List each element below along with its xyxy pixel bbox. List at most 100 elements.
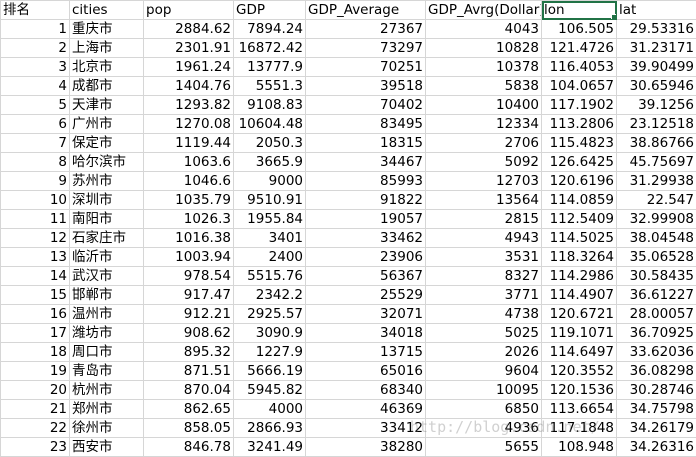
table-cell[interactable]: 27367 (306, 20, 426, 39)
table-cell[interactable]: 114.2986 (542, 267, 617, 286)
table-cell[interactable]: 871.51 (144, 362, 234, 381)
table-cell[interactable]: 25529 (306, 286, 426, 305)
table-cell[interactable]: 108.948 (542, 438, 617, 457)
table-cell[interactable]: 38.04548 (617, 229, 696, 248)
table-cell[interactable]: 33.62036 (617, 343, 696, 362)
table-cell[interactable]: 19 (1, 362, 70, 381)
table-cell[interactable]: 2866.93 (234, 419, 306, 438)
table-cell[interactable]: 1 (1, 20, 70, 39)
table-cell[interactable]: 2050.3 (234, 134, 306, 153)
table-cell[interactable]: 4043 (426, 20, 542, 39)
table-cell[interactable]: 1063.6 (144, 153, 234, 172)
table-cell[interactable]: 862.65 (144, 400, 234, 419)
table-cell[interactable]: 10828 (426, 39, 542, 58)
table-cell[interactable]: 68340 (306, 381, 426, 400)
table-cell[interactable]: 29.53316 (617, 20, 696, 39)
table-cell[interactable]: 113.2806 (542, 115, 617, 134)
table-cell[interactable]: 22.547 (617, 191, 696, 210)
table-cell[interactable]: 120.6196 (542, 172, 617, 191)
table-cell[interactable]: 36.08298 (617, 362, 696, 381)
table-cell[interactable]: 114.4907 (542, 286, 617, 305)
table-cell[interactable]: 114.5025 (542, 229, 617, 248)
table-cell[interactable]: 895.32 (144, 343, 234, 362)
table-cell[interactable]: 116.4053 (542, 58, 617, 77)
table-cell[interactable]: 36.61227 (617, 286, 696, 305)
table-cell[interactable]: 13564 (426, 191, 542, 210)
table-cell[interactable]: 18 (1, 343, 70, 362)
header-cell[interactable]: lat (617, 1, 696, 20)
table-cell[interactable]: 2706 (426, 134, 542, 153)
table-cell[interactable]: 周口市 (70, 343, 144, 362)
table-cell[interactable]: 10604.48 (234, 115, 306, 134)
table-cell[interactable]: 1035.79 (144, 191, 234, 210)
table-cell[interactable]: 115.4823 (542, 134, 617, 153)
table-cell[interactable]: 118.3264 (542, 248, 617, 267)
table-cell[interactable]: 38.86766 (617, 134, 696, 153)
table-cell[interactable]: 3531 (426, 248, 542, 267)
table-cell[interactable]: 119.1071 (542, 324, 617, 343)
table-cell[interactable]: 65016 (306, 362, 426, 381)
header-cell[interactable]: GDP_Average (306, 1, 426, 20)
table-cell[interactable]: 846.78 (144, 438, 234, 457)
table-cell[interactable]: 113.6654 (542, 400, 617, 419)
table-cell[interactable]: 117.1902 (542, 96, 617, 115)
table-cell[interactable]: 青岛市 (70, 362, 144, 381)
table-cell[interactable]: 9 (1, 172, 70, 191)
table-cell[interactable]: 117.1848 (542, 419, 617, 438)
table-cell[interactable]: 23906 (306, 248, 426, 267)
table-cell[interactable]: 34.26179 (617, 419, 696, 438)
table-cell[interactable]: 21 (1, 400, 70, 419)
table-cell[interactable]: 16 (1, 305, 70, 324)
table-cell[interactable]: 1026.3 (144, 210, 234, 229)
table-cell[interactable]: 1016.38 (144, 229, 234, 248)
header-cell[interactable]: cities (70, 1, 144, 20)
table-cell[interactable]: 5945.82 (234, 381, 306, 400)
table-cell[interactable]: 9510.91 (234, 191, 306, 210)
table-cell[interactable]: 85993 (306, 172, 426, 191)
table-cell[interactable]: 73297 (306, 39, 426, 58)
table-cell[interactable]: 70402 (306, 96, 426, 115)
table-cell[interactable]: 潍坊市 (70, 324, 144, 343)
table-cell[interactable]: 广州市 (70, 115, 144, 134)
table-cell[interactable]: 10 (1, 191, 70, 210)
table-cell[interactable]: 成都市 (70, 77, 144, 96)
table-cell[interactable]: 2 (1, 39, 70, 58)
table-cell[interactable]: 5655 (426, 438, 542, 457)
table-cell[interactable]: 106.505 (542, 20, 617, 39)
table-cell[interactable]: 30.28746 (617, 381, 696, 400)
table-cell[interactable]: 120.6721 (542, 305, 617, 324)
table-cell[interactable]: 2400 (234, 248, 306, 267)
table-cell[interactable]: 徐州市 (70, 419, 144, 438)
table-cell[interactable]: 5666.19 (234, 362, 306, 381)
table-cell[interactable]: 45.75697 (617, 153, 696, 172)
table-cell[interactable]: 13 (1, 248, 70, 267)
table-cell[interactable]: 4943 (426, 229, 542, 248)
table-cell[interactable]: 31.29938 (617, 172, 696, 191)
table-cell[interactable]: 32071 (306, 305, 426, 324)
table-cell[interactable]: 120.3552 (542, 362, 617, 381)
table-cell[interactable]: 121.4726 (542, 39, 617, 58)
table-cell[interactable]: 1270.08 (144, 115, 234, 134)
table-cell[interactable]: 23 (1, 438, 70, 457)
table-cell[interactable]: 10378 (426, 58, 542, 77)
table-cell[interactable]: 1227.9 (234, 343, 306, 362)
table-cell[interactable]: 4936 (426, 419, 542, 438)
table-cell[interactable]: 17 (1, 324, 70, 343)
table-cell[interactable]: 19057 (306, 210, 426, 229)
table-cell[interactable]: 10400 (426, 96, 542, 115)
table-cell[interactable]: 870.04 (144, 381, 234, 400)
table-cell[interactable]: 13777.9 (234, 58, 306, 77)
table-cell[interactable]: 重庆市 (70, 20, 144, 39)
table-cell[interactable]: 39.1256 (617, 96, 696, 115)
table-cell[interactable]: 邯郸市 (70, 286, 144, 305)
table-cell[interactable]: 20 (1, 381, 70, 400)
table-cell[interactable]: 5838 (426, 77, 542, 96)
table-cell[interactable]: 哈尔滨市 (70, 153, 144, 172)
table-cell[interactable]: 1293.82 (144, 96, 234, 115)
table-cell[interactable]: 9000 (234, 172, 306, 191)
table-cell[interactable]: 56367 (306, 267, 426, 286)
table-cell[interactable]: 33412 (306, 419, 426, 438)
table-cell[interactable]: 1046.6 (144, 172, 234, 191)
table-cell[interactable]: 深圳市 (70, 191, 144, 210)
table-cell[interactable]: 5025 (426, 324, 542, 343)
